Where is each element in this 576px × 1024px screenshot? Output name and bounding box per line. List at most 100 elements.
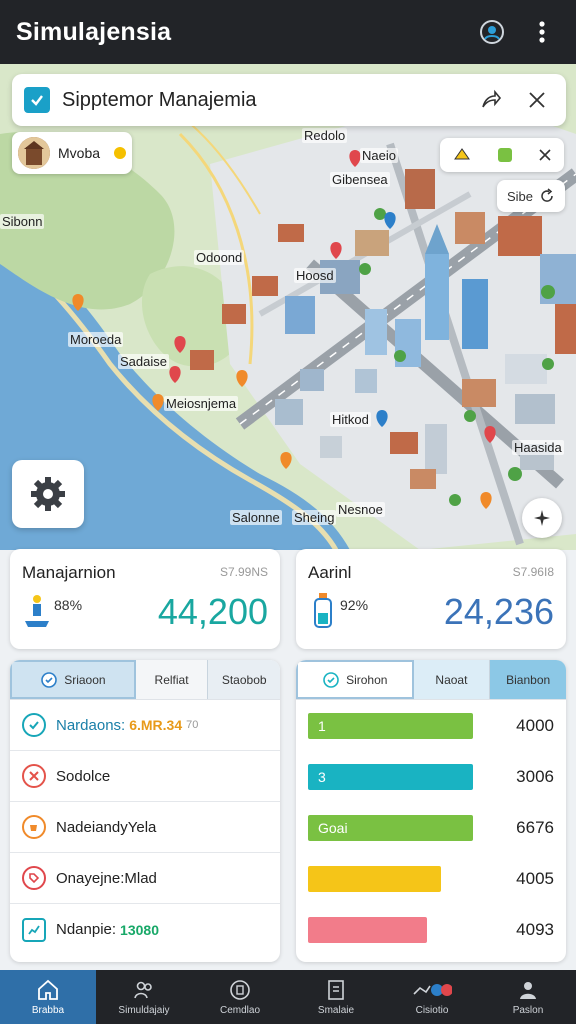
close-button[interactable] [520,83,554,117]
bar-track [308,916,478,943]
bar-track: 3 [308,763,478,790]
tab-naoat[interactable]: Naoat [413,660,491,699]
nav-item-smalaie[interactable]: Smalaie [288,970,384,1024]
bar-row[interactable]: 1 4000 [296,700,566,751]
list-item-label: Sodolce [56,767,111,785]
nav-label: Brabba [31,1005,65,1016]
settings-button[interactable] [12,460,84,528]
layer-green-icon[interactable] [495,145,515,165]
bar-row[interactable]: Goai 6676 [296,802,566,853]
bar-row[interactable]: 4005 [296,853,566,904]
map-view[interactable]: Redolo Naeio Gibensea Odoond Hoosd Moroe… [0,64,576,550]
progress-bar-fill: 1 [308,712,473,739]
nav-item-home[interactable]: Brabba [0,970,96,1024]
map-label: Nesnoe [336,502,385,517]
layer-icon[interactable] [452,145,472,165]
cup-icon [22,815,46,839]
map-label: Sheing [292,510,337,525]
person-icon [520,982,536,999]
tab-icon [323,671,339,688]
stat-value: 44,200 [157,591,268,632]
app-bar: Simulajensia [0,0,576,64]
stat-meta: S7.96I8 [512,565,554,579]
list-item-value: 6.MR.34 [129,717,183,733]
share-button[interactable] [474,83,508,117]
nav-label: Smalaie [317,1005,355,1016]
nav-label: Simuldajaiy [118,1005,170,1016]
nav-label: Cemdlao [219,1005,261,1016]
list-item[interactable]: Sodolce [10,751,280,802]
status-dot [114,147,126,159]
person-desk-icon [25,595,49,627]
tab-staobob[interactable]: Staobob [208,660,280,699]
stat-percent: 88% [54,597,83,613]
stat-title: Aarinl [308,563,352,582]
progress-bar-fill [308,865,441,892]
tab-bianbon[interactable]: Bianbon [490,660,566,699]
progress-bar-fill: Goai [308,814,473,841]
map-label: Gibensea [330,172,390,187]
bar-value: 3006 [516,766,554,786]
nav-item-cisiotio[interactable]: Cisiotio [384,970,480,1024]
place-chip[interactable]: Mvoba [12,132,132,174]
list-item[interactable]: Ndanpie: 13080 [10,904,280,955]
bar-row[interactable]: 4093 [296,904,566,955]
map-label: Salonne [230,510,282,525]
compass-button[interactable] [522,498,562,538]
nav-item-cemdlao[interactable]: Cemdlao [192,970,288,1024]
map-label: Hitkod [330,412,371,427]
tab-label: Staobob [221,672,267,687]
more-menu-button[interactable] [524,14,560,50]
map-label: Haasida [512,440,564,455]
search-bar[interactable]: Sipptemor Manajemia [12,74,566,126]
share-icon [482,89,502,108]
map-info-label: Sibe [506,188,534,204]
right-bars-panel: Sirohon Naoat Bianbon 1 4000 3 3006 Goai 6676… [296,660,566,962]
bar-track: Goai [308,814,478,841]
stat-title: Manajarnion [22,563,116,582]
left-list-panel: Sriaoon Relfiat Staobob Nardaons: 6.MR.3… [10,660,280,962]
bottle-icon [314,593,332,628]
bar-value: 4000 [516,715,554,735]
progress-bar-fill [308,916,427,943]
chart-icon [22,917,46,942]
document-icon [328,980,344,1000]
map-label: Redolo [302,128,348,143]
bar-value: 4093 [516,919,554,939]
list-item[interactable]: NadeiandyYela [10,802,280,853]
account-icon [480,20,504,44]
compass-icon [534,510,550,526]
stat-percent: 92% [340,597,369,613]
tab-sriaoon[interactable]: Sriaoon [10,660,136,699]
list-item-value: 13080 [120,921,159,938]
list-item[interactable]: Onayejne:Mlad [10,853,280,904]
bar-row[interactable]: 3 3006 [296,751,566,802]
bar-list: 1 4000 3 3006 Goai 6676 4005 4093 [296,700,566,955]
hand-icon [413,984,452,996]
nav-label: Cisiotio [415,1005,449,1016]
account-button[interactable] [474,14,510,50]
search-text[interactable]: Sipptemor Manajemia [62,89,462,112]
list-item-label: Nardaons: [56,716,126,734]
tab-bar: Sirohon Naoat Bianbon [296,660,566,700]
bar-track: 1 [308,712,478,739]
check-icon [24,87,50,113]
map-info-badge[interactable]: Sibe [497,180,565,212]
nav-item-simulation[interactable]: Simuldajaiy [96,970,192,1024]
tab-relfiat[interactable]: Relfiat [135,660,209,699]
nav-item-profile[interactable]: Paslon [480,970,576,1024]
place-thumbnail [18,137,50,169]
tag-icon [22,866,46,890]
stat-card[interactable]: Manajarnion S7.99NS 88% 44,200 [10,549,280,649]
tab-label: Sirohon [346,672,388,687]
stat-meta: S7.99NS [219,565,268,579]
stat-card[interactable]: Aarinl S7.96I8 92% 24,236 [296,549,566,649]
close-icon[interactable] [538,148,552,162]
list-item[interactable]: Nardaons: 6.MR.34 70 [10,700,280,751]
tab-sirohon[interactable]: Sirohon [296,660,414,699]
tab-label: Sriaoon [64,672,106,687]
progress-bar-fill: 3 [308,763,473,790]
list-item-label: NadeiandyYela [56,818,157,836]
tab-icon [41,671,57,688]
bar-value: 4005 [516,868,554,888]
